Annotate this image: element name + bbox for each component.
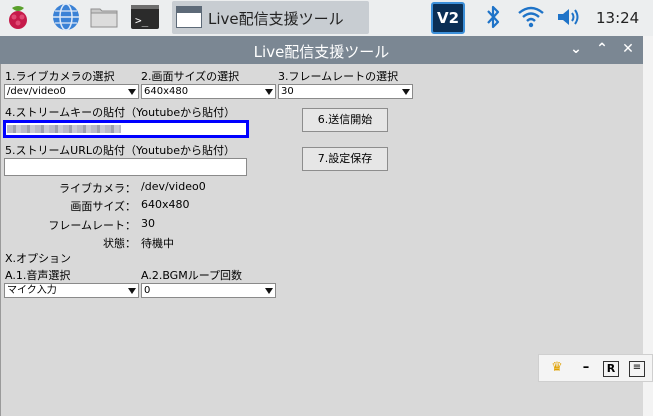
volume-icon[interactable] — [553, 2, 583, 32]
window-titlebar[interactable]: Live配信支援ツール ⌄ ⌃ ✕ — [0, 36, 643, 64]
chevron-down-icon — [402, 89, 410, 95]
camera-select-value: /dev/video0 — [7, 86, 66, 97]
stream-url-label: 5.ストリームURLの貼付（Youtubeから貼付） — [5, 144, 235, 157]
window-title: Live配信支援ツール — [253, 43, 390, 61]
minimize-bar-icon[interactable]: – — [577, 359, 595, 377]
browser-icon[interactable] — [51, 2, 81, 32]
stream-url-input[interactable] — [4, 158, 247, 176]
ime-toolbar: ♛ – R ≡ — [538, 354, 653, 382]
close-button[interactable]: ✕ — [620, 41, 636, 57]
chevron-down-icon — [128, 288, 136, 294]
size-select[interactable]: 640x480 — [141, 84, 276, 99]
bgm-loop-select[interactable]: 0 — [141, 283, 276, 298]
audio-select-label: A.1.音声選択 — [5, 269, 71, 282]
status-camera-label: ライブカメラ： — [59, 182, 136, 195]
status-framerate-label: フレームレート： — [48, 219, 136, 232]
terminal-icon[interactable]: >_ — [130, 2, 160, 32]
framerate-select-value: 30 — [281, 86, 294, 97]
chevron-down-icon — [265, 288, 273, 294]
status-state-value: 待機中 — [141, 237, 174, 250]
status-size-label: 画面サイズ： — [70, 200, 136, 213]
stream-key-input[interactable] — [3, 120, 249, 138]
vnc-icon[interactable]: V2 — [431, 2, 465, 34]
camera-select[interactable]: /dev/video0 — [4, 84, 139, 99]
window-icon — [176, 6, 202, 28]
wifi-icon[interactable] — [516, 2, 546, 32]
file-manager-icon[interactable] — [89, 2, 119, 32]
vnc-label: V2 — [436, 9, 460, 27]
audio-select[interactable]: マイク入力 — [4, 283, 139, 298]
taskbar-app-label: Live配信支援ツール — [208, 10, 344, 28]
status-framerate-value: 30 — [141, 217, 155, 230]
maximize-button[interactable]: ⌃ — [594, 41, 610, 57]
status-camera-value: /dev/video0 — [141, 180, 206, 193]
taskbar: >_ Live配信支援ツール V2 13:24 — [0, 0, 653, 36]
taskbar-app-button[interactable]: Live配信支援ツール — [172, 1, 369, 34]
bgm-loop-select-value: 0 — [144, 285, 151, 296]
start-stream-button[interactable]: 6.送信開始 — [302, 108, 388, 132]
framerate-select[interactable]: 30 — [278, 84, 413, 99]
chevron-down-icon — [265, 89, 273, 95]
framerate-select-label: 3.フレームレートの選択 — [278, 70, 399, 83]
raspberry-menu-icon[interactable] — [3, 2, 33, 32]
status-size-value: 640x480 — [141, 198, 190, 211]
camera-select-label: 1.ライブカメラの選択 — [5, 70, 115, 83]
bgm-loop-label: A.2.BGMループ回数 — [141, 269, 243, 282]
svg-text:>_: >_ — [135, 14, 149, 27]
size-select-label: 2.画面サイズの選択 — [141, 70, 240, 83]
chevron-down-icon — [128, 89, 136, 95]
minimize-button[interactable]: ⌄ — [568, 41, 584, 57]
r-mode-icon[interactable]: R — [603, 361, 619, 377]
status-state-label: 状態： — [103, 237, 136, 250]
options-header: X.オプション — [5, 252, 72, 265]
menu-icon[interactable]: ≡ — [629, 361, 645, 377]
save-settings-button[interactable]: 7.設定保存 — [302, 147, 388, 171]
stream-key-masked — [7, 125, 121, 133]
bluetooth-icon[interactable] — [478, 2, 508, 32]
clock: 13:24 — [596, 9, 640, 27]
stream-key-label: 4.ストリームキーの貼付（Youtubeから貼付） — [5, 106, 236, 119]
size-select-value: 640x480 — [144, 86, 189, 97]
audio-select-value: マイク入力 — [7, 285, 57, 296]
crown-icon[interactable]: ♛ — [548, 359, 566, 377]
